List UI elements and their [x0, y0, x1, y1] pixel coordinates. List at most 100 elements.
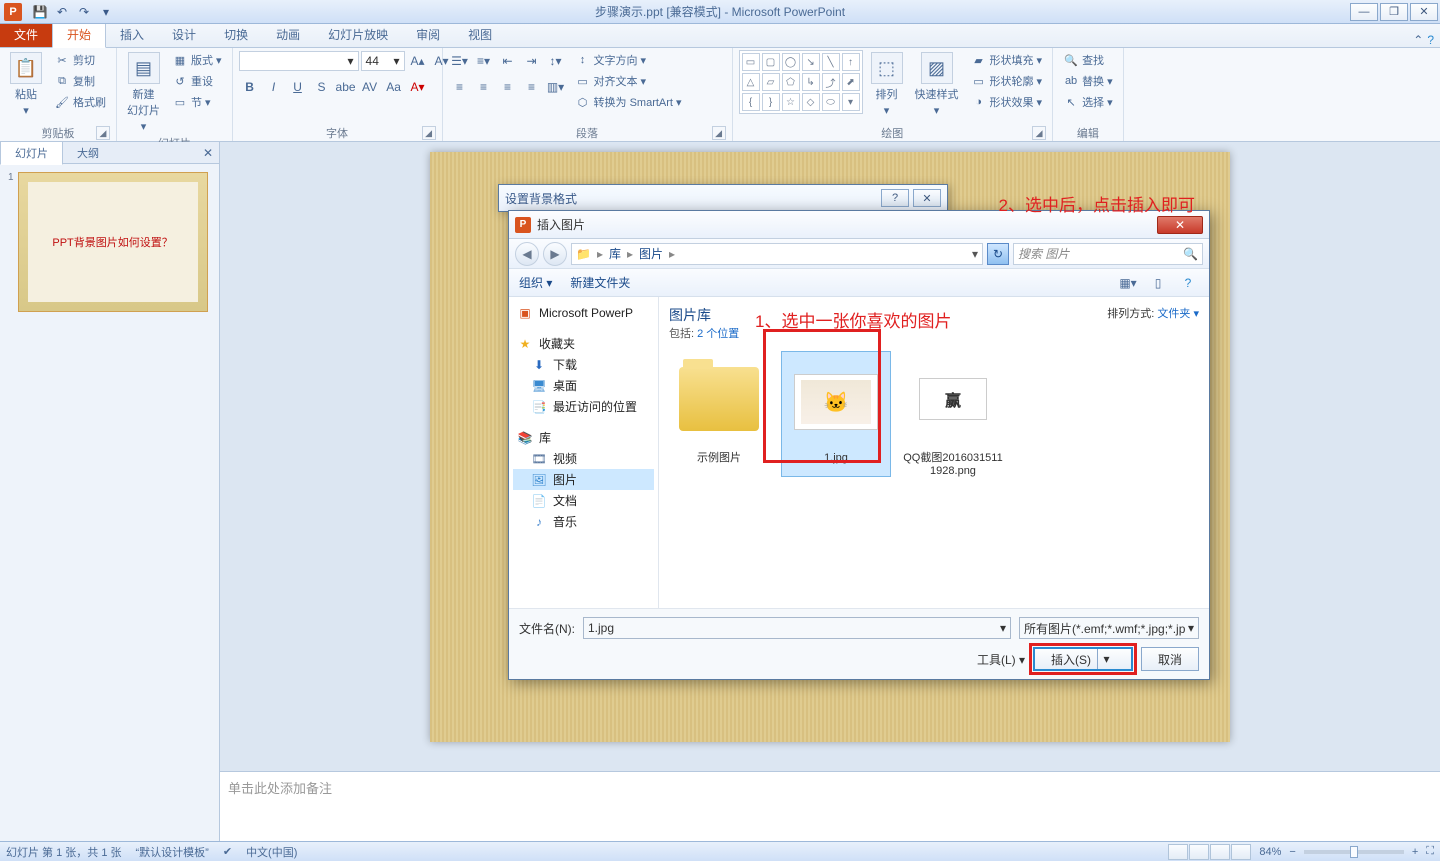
side-powerpoint[interactable]: ▣Microsoft PowerP — [513, 303, 654, 323]
paragraph-launcher[interactable]: ◢ — [712, 126, 726, 140]
locations-link[interactable]: 2 个位置 — [697, 328, 739, 340]
shape-outline-button[interactable]: ▭形状轮廓▾ — [967, 71, 1047, 91]
select-button[interactable]: ↖选择▾ — [1059, 92, 1117, 112]
tools-button[interactable]: 工具(L) ▾ — [977, 651, 1025, 668]
tab-design[interactable]: 设计 — [158, 22, 210, 47]
help-icon[interactable]: ? — [1427, 33, 1434, 47]
filename-input[interactable]: 1.jpg▾ — [583, 617, 1011, 639]
view-mode-button[interactable]: ▦▾ — [1117, 273, 1139, 293]
italic-button[interactable]: I — [263, 76, 285, 98]
save-icon[interactable]: 💾 — [30, 2, 50, 22]
side-libraries[interactable]: 📚库 — [513, 427, 654, 448]
font-size-input[interactable]: 44▾ — [361, 51, 405, 71]
zoom-slider[interactable] — [1304, 850, 1404, 854]
side-favorites[interactable]: ★收藏夹 — [513, 333, 654, 354]
font-family-input[interactable]: ▾ — [239, 51, 359, 71]
tab-insert[interactable]: 插入 — [106, 22, 158, 47]
sort-button[interactable]: 文件夹 ▾ — [1157, 308, 1199, 320]
layout-button[interactable]: ▦版式▾ — [168, 50, 226, 70]
bold-button[interactable]: B — [239, 76, 261, 98]
font-launcher[interactable]: ◢ — [422, 126, 436, 140]
grow-font-icon[interactable]: A▴ — [407, 50, 429, 72]
reset-button[interactable]: ↺重设 — [168, 71, 226, 91]
drawing-launcher[interactable]: ◢ — [1032, 126, 1046, 140]
redo-icon[interactable]: ↷ — [74, 2, 94, 22]
undo-icon[interactable]: ↶ — [52, 2, 72, 22]
zoom-level[interactable]: 84% — [1259, 846, 1281, 858]
shadow-button[interactable]: abe — [335, 76, 357, 98]
dlg1-close-button[interactable]: ✕ — [913, 189, 941, 207]
side-recent[interactable]: 📑最近访问的位置 — [513, 396, 654, 417]
new-folder-button[interactable]: 新建文件夹 — [570, 274, 630, 291]
zoom-in-button[interactable]: + — [1412, 846, 1418, 858]
format-painter-button[interactable]: 🖌格式刷 — [50, 92, 110, 112]
find-button[interactable]: 🔍查找 — [1059, 50, 1117, 70]
justify-button[interactable]: ≡ — [521, 76, 543, 98]
shapes-gallery[interactable]: ▭▢◯↘╲↑ △▱⬠↳⤴⬈ {}☆◇⬭▾ — [739, 50, 863, 114]
side-downloads[interactable]: ⬇下载 — [513, 354, 654, 375]
bullets-button[interactable]: ☰▾ — [449, 50, 471, 72]
help-button[interactable]: ? — [1177, 273, 1199, 293]
ribbon-minimize-icon[interactable]: ⌃ — [1413, 33, 1423, 47]
insert-dialog-close-button[interactable]: ✕ — [1157, 216, 1203, 234]
inc-indent-button[interactable]: ⇥ — [521, 50, 543, 72]
organize-button[interactable]: 组织 ▾ — [519, 274, 552, 291]
change-case-button[interactable]: Aa — [383, 76, 405, 98]
font-color-button[interactable]: A▾ — [407, 76, 429, 98]
cut-button[interactable]: ✂剪切 — [50, 50, 110, 70]
shape-fill-button[interactable]: ▰形状填充▾ — [967, 50, 1047, 70]
section-button[interactable]: ▭节▾ — [168, 92, 226, 112]
dec-indent-button[interactable]: ⇤ — [497, 50, 519, 72]
side-videos[interactable]: 🎞视频 — [513, 448, 654, 469]
tab-slideshow[interactable]: 幻灯片放映 — [314, 22, 402, 47]
status-language[interactable]: 中文(中国) — [246, 844, 297, 860]
view-reading-button[interactable] — [1210, 844, 1230, 860]
char-spacing-button[interactable]: AV — [359, 76, 381, 98]
cancel-button[interactable]: 取消 — [1141, 647, 1199, 671]
align-left-button[interactable]: ≡ — [449, 76, 471, 98]
search-input[interactable]: 搜索 图片 🔍 — [1013, 243, 1203, 265]
side-desktop[interactable]: 🖥桌面 — [513, 375, 654, 396]
copy-button[interactable]: ⧉复制 — [50, 71, 110, 91]
tab-file[interactable]: 文件 — [0, 22, 52, 47]
notes-pane[interactable]: 单击此处添加备注 — [220, 771, 1440, 841]
view-slideshow-button[interactable] — [1231, 844, 1251, 860]
panel-tab-outline[interactable]: 大纲 — [63, 142, 113, 164]
side-music[interactable]: ♪音乐 — [513, 511, 654, 532]
view-normal-button[interactable] — [1168, 844, 1188, 860]
align-text-button[interactable]: ▭对齐文本▾ — [571, 71, 686, 91]
new-slide-button[interactable]: ▤ 新建 幻灯片▾ — [123, 50, 164, 135]
address-bar[interactable]: 📁 ▸ 库 ▸ 图片 ▸ ▾ — [571, 243, 983, 265]
smartart-button[interactable]: ⬡转换为 SmartArt▾ — [571, 92, 686, 112]
columns-button[interactable]: ▥▾ — [545, 76, 567, 98]
tab-view[interactable]: 视图 — [454, 22, 506, 47]
tab-animations[interactable]: 动画 — [262, 22, 314, 47]
tab-home[interactable]: 开始 — [52, 21, 106, 48]
nav-back-button[interactable]: ◀ — [515, 242, 539, 266]
zoom-out-button[interactable]: − — [1289, 846, 1295, 858]
panel-close-icon[interactable]: ✕ — [197, 146, 219, 160]
clipboard-launcher[interactable]: ◢ — [96, 126, 110, 140]
shape-effects-button[interactable]: ◑形状效果▾ — [967, 92, 1047, 112]
replace-button[interactable]: ab替换▾ — [1059, 71, 1117, 91]
tab-transitions[interactable]: 切换 — [210, 22, 262, 47]
nav-forward-button[interactable]: ▶ — [543, 242, 567, 266]
align-center-button[interactable]: ≡ — [473, 76, 495, 98]
tab-review[interactable]: 审阅 — [402, 22, 454, 47]
align-right-button[interactable]: ≡ — [497, 76, 519, 98]
insert-picture-dialog[interactable]: P 插入图片 ✕ ◀ ▶ 📁 ▸ 库 ▸ 图片 ▸ — [508, 210, 1210, 680]
file-qq-screenshot[interactable]: 赢 QQ截图20160315111928.png — [903, 351, 1003, 477]
text-direction-button[interactable]: ↕文字方向▾ — [571, 50, 686, 70]
fit-window-button[interactable]: ⛶ — [1426, 845, 1434, 858]
crumb-pictures[interactable]: 图片 — [639, 245, 663, 262]
line-spacing-button[interactable]: ↕▾ — [545, 50, 567, 72]
strike-button[interactable]: S — [311, 76, 333, 98]
file-filter-select[interactable]: 所有图片(*.emf;*.wmf;*.jpg;*.jp▾ — [1019, 617, 1199, 639]
minimize-button[interactable]: — — [1350, 3, 1378, 21]
format-background-dialog[interactable]: 设置背景格式 ? ✕ — [498, 184, 948, 212]
close-button[interactable]: ✕ — [1410, 3, 1438, 21]
quick-styles-button[interactable]: ▨快速样式▾ — [911, 50, 963, 119]
preview-pane-button[interactable]: ▯ — [1147, 273, 1169, 293]
file-sample-folder[interactable]: 示例图片 — [669, 351, 769, 477]
restore-button[interactable]: ❐ — [1380, 3, 1408, 21]
